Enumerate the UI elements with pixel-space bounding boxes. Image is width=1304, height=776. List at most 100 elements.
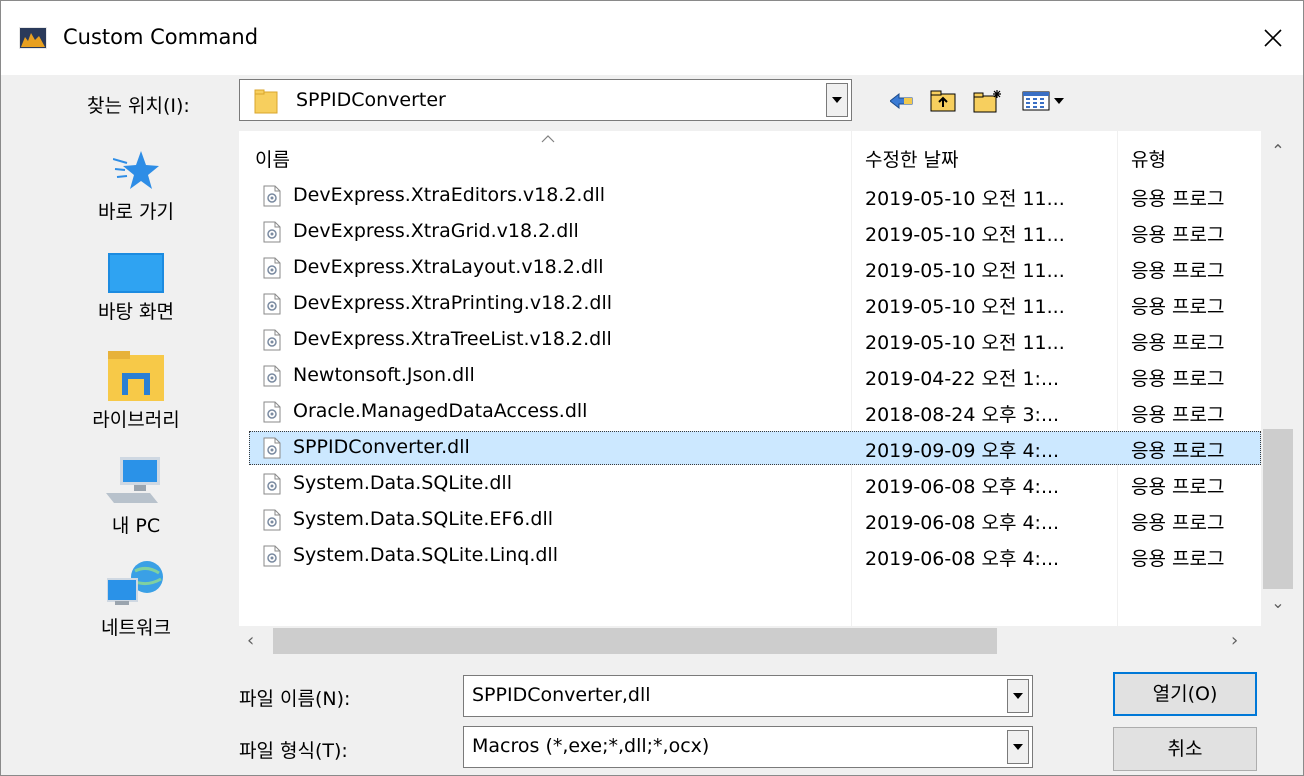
dll-file-icon bbox=[263, 293, 281, 315]
scroll-up-icon[interactable]: ⌃ bbox=[1261, 141, 1295, 160]
file-type-cell: 응용 프로그 bbox=[1131, 332, 1225, 354]
up-folder-icon[interactable] bbox=[927, 87, 959, 115]
close-button[interactable] bbox=[1243, 1, 1303, 75]
folder-icon bbox=[254, 89, 278, 114]
vertical-scroll-thumb[interactable] bbox=[1263, 429, 1293, 589]
place-network[interactable]: 네트워크 bbox=[41, 561, 231, 640]
dll-file-icon bbox=[263, 257, 281, 279]
column-header-type[interactable]: 유형 bbox=[1131, 145, 1166, 172]
file-row[interactable]: System.Data.SQLite.Linq.dll 2019-06-08 오후… bbox=[249, 539, 1261, 573]
libraries-icon bbox=[108, 351, 164, 401]
network-icon bbox=[107, 561, 163, 605]
app-icon bbox=[19, 27, 47, 49]
file-type-dropdown[interactable]: Macros (*,exe;*,dll;*,ocx) bbox=[463, 726, 1033, 768]
sort-ascending-icon bbox=[541, 135, 555, 143]
window-title: Custom Command bbox=[63, 25, 259, 49]
file-name-cell: DevExpress.XtraGrid.v18.2.dll bbox=[293, 220, 579, 242]
file-row[interactable]: DevExpress.XtraEditors.v18.2.dll 2019-05-… bbox=[249, 179, 1261, 213]
file-row[interactable]: DevExpress.XtraTreeList.v18.2.dll 2019-05… bbox=[249, 323, 1261, 357]
quick-access-star-icon bbox=[113, 151, 159, 189]
file-row[interactable]: Newtonsoft.Json.dll 2019-04-22 오전 1:... 응용… bbox=[249, 359, 1261, 393]
column-header-date[interactable]: 수정한 날짜 bbox=[865, 145, 958, 172]
back-icon[interactable] bbox=[887, 87, 917, 115]
file-type-value: Macros (*,exe;*,dll;*,ocx) bbox=[472, 735, 710, 757]
horizontal-scrollbar[interactable]: ‹ › bbox=[239, 626, 1261, 656]
dll-file-icon bbox=[263, 221, 281, 243]
place-label: 바로 가기 bbox=[98, 201, 174, 223]
file-name-cell: System.Data.SQLite.Linq.dll bbox=[293, 544, 558, 566]
file-date-cell: 2019-05-10 오전 11... bbox=[865, 332, 1065, 354]
dll-file-icon bbox=[263, 545, 281, 567]
file-name-cell: SPPIDConverter.dll bbox=[293, 436, 470, 458]
file-date-cell: 2019-05-10 오전 11... bbox=[865, 296, 1065, 318]
place-label: 네트워크 bbox=[101, 617, 171, 639]
file-name-cell: DevExpress.XtraTreeList.v18.2.dll bbox=[293, 328, 612, 350]
scroll-down-icon[interactable]: ⌄ bbox=[1261, 593, 1295, 612]
file-type-label: 파일 형식(T): bbox=[239, 740, 348, 762]
file-date-cell: 2019-06-08 오후 4:... bbox=[865, 512, 1060, 534]
file-row[interactable]: System.Data.SQLite.EF6.dll 2019-06-08 오후 … bbox=[249, 503, 1261, 537]
dll-file-icon bbox=[263, 185, 281, 207]
scroll-right-icon[interactable]: › bbox=[1231, 630, 1238, 651]
places-bar: 바로 가기 바탕 화면 라이브러리 내 PC 네트워크 bbox=[41, 131, 231, 651]
dll-file-icon bbox=[263, 473, 281, 495]
dropdown-arrow-icon[interactable] bbox=[1007, 730, 1029, 764]
file-name-cell: Newtonsoft.Json.dll bbox=[293, 364, 475, 386]
file-date-cell: 2019-05-10 오전 11... bbox=[865, 188, 1065, 210]
file-name-cell: DevExpress.XtraLayout.v18.2.dll bbox=[293, 256, 604, 278]
place-this-pc[interactable]: 내 PC bbox=[41, 457, 231, 538]
dll-file-icon bbox=[263, 329, 281, 351]
file-type-cell: 응용 프로그 bbox=[1131, 260, 1225, 282]
dropdown-arrow-icon[interactable] bbox=[1007, 679, 1029, 713]
file-list[interactable]: 이름 수정한 날짜 유형 DevExpress.XtraEditors.v18.… bbox=[239, 131, 1261, 626]
file-name-value[interactable]: SPPIDConverter,dll bbox=[472, 684, 651, 706]
look-in-value: SPPIDConverter bbox=[296, 89, 446, 111]
dll-file-icon bbox=[263, 401, 281, 423]
file-name-cell: DevExpress.XtraPrinting.v18.2.dll bbox=[293, 292, 613, 314]
look-in-label: 찾는 위치(I): bbox=[87, 95, 190, 117]
dll-file-icon bbox=[263, 509, 281, 531]
file-date-cell: 2019-06-08 오후 4:... bbox=[865, 548, 1060, 570]
file-row[interactable]: System.Data.SQLite.dll 2019-06-08 오후 4:..… bbox=[249, 467, 1261, 501]
file-row[interactable]: DevExpress.XtraLayout.v18.2.dll 2019-05-1… bbox=[249, 251, 1261, 285]
scroll-corner bbox=[1261, 626, 1295, 656]
column-header: 이름 수정한 날짜 유형 bbox=[239, 131, 1261, 179]
new-folder-icon[interactable] bbox=[971, 87, 1005, 115]
file-type-cell: 응용 프로그 bbox=[1131, 476, 1225, 498]
file-name-cell: DevExpress.XtraEditors.v18.2.dll bbox=[293, 184, 606, 206]
place-label: 내 PC bbox=[111, 515, 161, 537]
file-row[interactable]: DevExpress.XtraPrinting.v18.2.dll 2019-05… bbox=[249, 287, 1261, 321]
file-name-cell: System.Data.SQLite.EF6.dll bbox=[293, 508, 554, 530]
place-libraries[interactable]: 라이브러리 bbox=[41, 351, 231, 432]
file-date-cell: 2018-08-24 오후 3:... bbox=[865, 404, 1060, 426]
column-header-name[interactable]: 이름 bbox=[255, 145, 290, 172]
place-label: 라이브러리 bbox=[92, 409, 180, 431]
look-in-dropdown[interactable]: SPPIDConverter bbox=[239, 79, 852, 121]
file-type-cell: 응용 프로그 bbox=[1131, 440, 1225, 462]
file-type-cell: 응용 프로그 bbox=[1131, 404, 1225, 426]
file-name-field[interactable]: SPPIDConverter,dll bbox=[463, 675, 1033, 717]
file-row-selected[interactable]: SPPIDConverter.dll 2019-09-09 오후 4:... 응용 … bbox=[249, 431, 1261, 465]
cancel-button[interactable]: 취소 bbox=[1113, 727, 1257, 771]
scroll-left-icon[interactable]: ‹ bbox=[247, 630, 254, 651]
file-row[interactable]: DevExpress.XtraGrid.v18.2.dll 2019-05-10 … bbox=[249, 215, 1261, 249]
place-quick-access[interactable]: 바로 가기 bbox=[41, 149, 231, 224]
open-button[interactable]: 열기(O) bbox=[1113, 672, 1257, 716]
dll-file-icon bbox=[263, 365, 281, 387]
view-menu-icon[interactable] bbox=[1019, 87, 1073, 115]
file-type-cell: 응용 프로그 bbox=[1131, 368, 1225, 390]
file-type-cell: 응용 프로그 bbox=[1131, 296, 1225, 318]
place-desktop[interactable]: 바탕 화면 bbox=[41, 253, 231, 324]
file-type-cell: 응용 프로그 bbox=[1131, 512, 1225, 534]
file-row[interactable]: Oracle.ManagedDataAccess.dll 2018-08-24 오… bbox=[249, 395, 1261, 429]
close-icon bbox=[1264, 29, 1282, 47]
place-label: 바탕 화면 bbox=[98, 301, 174, 323]
dropdown-arrow-icon[interactable] bbox=[826, 83, 848, 117]
file-type-cell: 응용 프로그 bbox=[1131, 188, 1225, 210]
file-type-cell: 응용 프로그 bbox=[1131, 548, 1225, 570]
vertical-scrollbar[interactable]: ⌃ ⌄ bbox=[1261, 131, 1295, 626]
file-date-cell: 2019-06-08 오후 4:... bbox=[865, 476, 1060, 498]
file-date-cell: 2019-05-10 오전 11... bbox=[865, 260, 1065, 282]
horizontal-scroll-thumb[interactable] bbox=[273, 628, 997, 654]
this-pc-icon bbox=[106, 457, 160, 503]
